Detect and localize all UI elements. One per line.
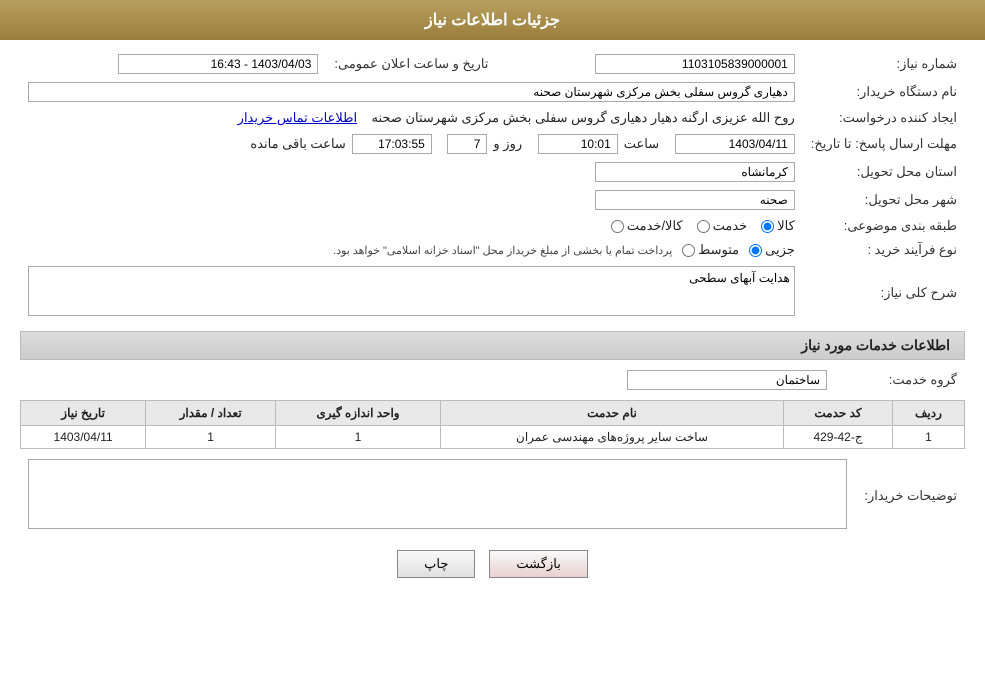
creator-row: ایجاد کننده درخواست: روح الله عزیزی ارگن… [20,106,965,130]
announce-date-input[interactable] [118,54,318,74]
province-value [20,158,803,186]
col-service-code: کد حدمت [784,401,893,426]
city-row: شهر محل تحویل: [20,186,965,214]
category-kala-text: کالا [777,218,795,234]
col-quantity: تعداد / مقدار [146,401,276,426]
response-deadline-label: مهلت ارسال پاسخ: تا تاریخ: [803,130,965,158]
content-area: شماره نیاز: تاریخ و ساعت اعلان عمومی: نا… [0,40,985,602]
category-khedmat-text: خدمت [713,218,748,234]
buyer-name-input[interactable] [28,82,795,102]
category-kala-khedmat-text: کالا/خدمت [627,218,683,234]
response-deadline-row: مهلت ارسال پاسخ: تا تاریخ: ساعت روز و سا… [20,130,965,158]
category-khedmat-label[interactable]: خدمت [697,218,748,234]
response-time-input[interactable] [538,134,618,154]
proc-type-label: نوع فرآیند خرید : [803,238,965,262]
category-kala-khedmat-radio[interactable] [611,220,624,233]
col-row-num: ردیف [892,401,964,426]
category-row: طبقه بندی موضوعی: کالا خدمت کالا/خدمت [20,214,965,238]
need-number-input[interactable] [595,54,795,74]
proc-jozi-text: جزیی [765,242,795,258]
proc-motavaset-radio[interactable] [682,244,695,257]
buttons-row: بازگشت چاپ [20,550,965,578]
buyer-desc-value [20,455,855,536]
proc-motavaset-label[interactable]: متوسط [682,242,739,258]
service-group-label: گروه خدمت: [835,366,965,394]
page-header: جزئیات اطلاعات نیاز [0,0,985,40]
proc-type-options: جزیی متوسط پرداخت تمام یا بخشی از مبلغ خ… [28,242,795,258]
service-group-input[interactable] [627,370,827,390]
page-wrapper: جزئیات اطلاعات نیاز شماره نیاز: تاریخ و … [0,0,985,691]
category-kala-radio[interactable] [761,220,774,233]
buyer-name-value [20,78,803,106]
response-date-input[interactable] [675,134,795,154]
city-input[interactable] [595,190,795,210]
services-section-header: اطلاعات خدمات مورد نیاز [20,331,965,360]
creator-value: روح الله عزیزی ارگنه دهیار دهیاری گروس س… [20,106,803,130]
province-row: استان محل تحویل: [20,158,965,186]
response-remaining-label: ساعت باقی مانده [250,136,345,152]
table-cell-quantity: 1 [146,426,276,449]
response-day-input[interactable] [447,134,487,154]
table-row: 1ج-42-429ساخت سایر پروژه‌های مهندسی عمرا… [21,426,965,449]
province-label: استان محل تحویل: [803,158,965,186]
need-number-value [496,50,802,78]
buyer-name-label: نام دستگاه خریدار: [803,78,965,106]
proc-type-note: پرداخت تمام یا بخشی از مبلغ خریداز محل "… [333,244,672,257]
need-desc-value: هدایت آبهای سطحی [20,262,803,323]
info-table: شماره نیاز: تاریخ و ساعت اعلان عمومی: نا… [20,50,965,323]
service-group-row: گروه خدمت: [20,366,965,394]
announce-date-label: تاریخ و ساعت اعلان عمومی: [326,50,496,78]
services-table: ردیف کد حدمت نام حدمت واحد اندازه گیری ت… [20,400,965,449]
duration-row: ساعت روز و ساعت باقی مانده [28,134,795,154]
response-deadline-value: ساعت روز و ساعت باقی مانده [20,130,803,158]
category-kala-label[interactable]: کالا [761,218,795,234]
back-button[interactable]: بازگشت [489,550,587,578]
need-desc-row: شرح کلی نیاز: هدایت آبهای سطحی [20,262,965,323]
table-header-row: ردیف کد حدمت نام حدمت واحد اندازه گیری ت… [21,401,965,426]
buyer-desc-textarea[interactable] [28,459,847,529]
announce-date-value [20,50,326,78]
response-remaining-input[interactable] [352,134,432,154]
province-input[interactable] [595,162,795,182]
buyer-name-row: نام دستگاه خریدار: [20,78,965,106]
proc-type-row: نوع فرآیند خرید : جزیی متوسط پرداخت تمام… [20,238,965,262]
need-number-label: شماره نیاز: [803,50,965,78]
print-button[interactable]: چاپ [397,550,475,578]
need-number-row: شماره نیاز: تاریخ و ساعت اعلان عمومی: [20,50,965,78]
category-kala-khedmat-label[interactable]: کالا/خدمت [611,218,683,234]
city-label: شهر محل تحویل: [803,186,965,214]
category-khedmat-radio[interactable] [697,220,710,233]
response-day-label: روز و [493,136,522,152]
buyer-desc-row: توضیحات خریدار: [20,455,965,536]
table-cell-unit: 1 [276,426,441,449]
buyer-desc-label: توضیحات خریدار: [855,455,965,536]
col-date: تاریخ نیاز [21,401,146,426]
need-desc-textarea[interactable]: هدایت آبهای سطحی [28,266,795,316]
category-radio-group: کالا خدمت کالا/خدمت [28,218,795,234]
proc-jozi-label[interactable]: جزیی [749,242,795,258]
service-group-table: گروه خدمت: [20,366,965,394]
creator-label: ایجاد کننده درخواست: [803,106,965,130]
response-time-label: ساعت [624,136,659,152]
proc-type-value: جزیی متوسط پرداخت تمام یا بخشی از مبلغ خ… [20,238,803,262]
col-unit: واحد اندازه گیری [276,401,441,426]
col-service-name: نام حدمت [440,401,783,426]
creator-text: روح الله عزیزی ارگنه دهیار دهیاری گروس س… [372,110,795,125]
need-desc-label: شرح کلی نیاز: [803,262,965,323]
category-value: کالا خدمت کالا/خدمت [20,214,803,238]
buyer-desc-table: توضیحات خریدار: [20,455,965,536]
contact-link[interactable]: اطلاعات تماس خریدار [238,110,357,125]
proc-jozi-radio[interactable] [749,244,762,257]
city-value [20,186,803,214]
service-group-value [20,366,835,394]
table-cell-service_name: ساخت سایر پروژه‌های مهندسی عمران [440,426,783,449]
table-cell-date: 1403/04/11 [21,426,146,449]
table-cell-row_num: 1 [892,426,964,449]
table-cell-service_code: ج-42-429 [784,426,893,449]
category-label: طبقه بندی موضوعی: [803,214,965,238]
page-title: جزئیات اطلاعات نیاز [425,12,560,29]
proc-motavaset-text: متوسط [698,242,739,258]
